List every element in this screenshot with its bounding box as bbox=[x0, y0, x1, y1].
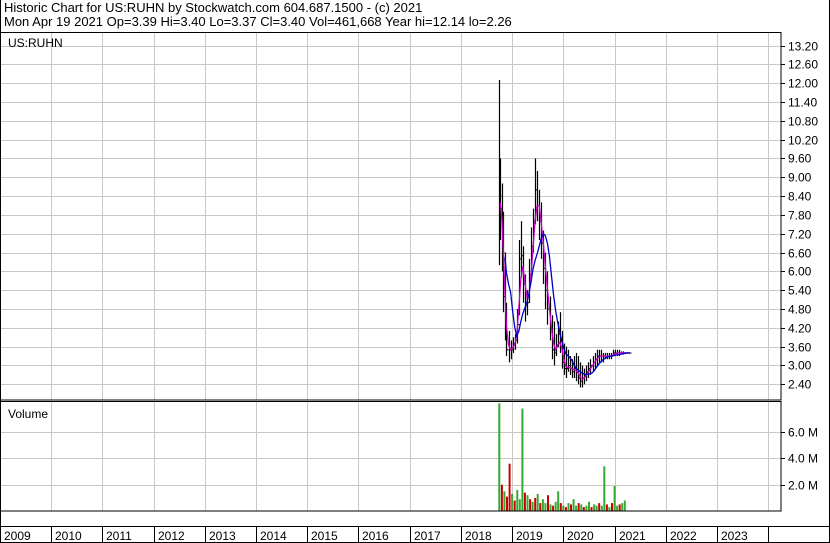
x-axis-year-label: 2018 bbox=[465, 529, 492, 543]
volume-bar bbox=[585, 505, 588, 511]
volume-bar bbox=[582, 507, 585, 511]
volume-bar bbox=[539, 503, 542, 511]
x-axis-year-label: 2019 bbox=[516, 529, 543, 543]
volume-y-tick-label: 4.0 M bbox=[788, 452, 818, 466]
volume-bar bbox=[588, 501, 590, 511]
volume-bar bbox=[603, 466, 606, 511]
price-y-tick-label: 10.20 bbox=[788, 134, 818, 148]
price-y-tick-label: 4.80 bbox=[788, 303, 812, 317]
volume-bar bbox=[531, 501, 534, 511]
x-axis-year-label: 2023 bbox=[721, 529, 748, 543]
x-axis-year-label: 2017 bbox=[414, 529, 441, 543]
price-y-tick-label: 12.60 bbox=[788, 58, 818, 72]
x-axis-year-label: 2011 bbox=[106, 529, 132, 543]
x-axis-year-label: 2021 bbox=[619, 529, 646, 543]
volume-bar bbox=[613, 486, 616, 511]
volume-bar bbox=[618, 504, 621, 511]
volume-bar bbox=[564, 507, 567, 511]
x-axis-year-label: 2022 bbox=[670, 529, 697, 543]
volume-bar bbox=[580, 504, 583, 511]
price-y-tick-label: 6.00 bbox=[788, 265, 812, 279]
volume-bar bbox=[590, 507, 593, 511]
volume-bar bbox=[557, 491, 560, 511]
volume-bar bbox=[498, 403, 501, 511]
volume-bar bbox=[526, 495, 529, 511]
volume-bar bbox=[593, 504, 596, 511]
price-y-tick-label: 8.40 bbox=[788, 190, 812, 204]
volume-bar bbox=[529, 499, 532, 511]
grid-layer bbox=[0, 33, 785, 542]
x-axis-year-label: 2010 bbox=[55, 529, 82, 543]
volume-bar bbox=[621, 503, 624, 511]
volume-bar bbox=[623, 500, 626, 511]
volume-y-tick-label: 6.0 M bbox=[788, 426, 818, 440]
volume-bar bbox=[508, 463, 511, 511]
volume-bar bbox=[521, 408, 524, 511]
price-panel-label: US:RUHN bbox=[8, 36, 63, 50]
volume-bar bbox=[598, 503, 601, 511]
x-axis-year-label: 2015 bbox=[311, 529, 338, 543]
price-y-tick-label: 3.00 bbox=[788, 359, 812, 373]
volume-bar bbox=[511, 493, 514, 511]
price-y-tick-label: 7.80 bbox=[788, 209, 812, 223]
volume-bar bbox=[616, 505, 619, 511]
price-series-layer bbox=[498, 80, 632, 388]
volume-bar bbox=[506, 496, 508, 511]
volume-bar bbox=[500, 484, 503, 511]
price-panel-border bbox=[0, 32, 782, 401]
volume-bar bbox=[544, 503, 547, 511]
price-y-tick-label: 4.20 bbox=[788, 322, 812, 336]
volume-bar bbox=[549, 504, 552, 511]
price-y-tick-label: 3.60 bbox=[788, 341, 812, 355]
x-axis-year-label: 2009 bbox=[4, 529, 31, 543]
volume-bar bbox=[577, 503, 580, 511]
volume-bar bbox=[570, 504, 572, 511]
x-axis-year-label: 2013 bbox=[209, 529, 236, 543]
volume-bar bbox=[554, 501, 557, 511]
volume-bar bbox=[516, 490, 519, 511]
volume-panel-label: Volume bbox=[8, 407, 48, 421]
x-axis-year-label: 2016 bbox=[362, 529, 389, 543]
volume-bar bbox=[567, 503, 570, 511]
x-axis-year-label: 2012 bbox=[158, 529, 185, 543]
price-y-tick-label: 9.00 bbox=[788, 171, 812, 185]
volume-bar bbox=[559, 503, 562, 511]
volume-series-layer bbox=[498, 403, 626, 511]
volume-bar bbox=[611, 503, 613, 511]
volume-bar bbox=[575, 505, 578, 511]
volume-bar bbox=[541, 499, 544, 511]
stock-chart: 13.20 12.60 12.00 11.40 10.80 10.20 9.60 9.00 8.… bbox=[0, 0, 830, 543]
volume-bar bbox=[605, 504, 608, 511]
volume-bar bbox=[518, 499, 521, 511]
price-y-tick-label: 9.60 bbox=[788, 152, 812, 166]
volume-bar bbox=[600, 505, 603, 511]
x-axis-year-label: 2020 bbox=[567, 529, 594, 543]
volume-bar bbox=[547, 495, 549, 511]
axis-labels-layer: 13.20 12.60 12.00 11.40 10.80 10.20 9.60 9.00 8.… bbox=[4, 40, 818, 543]
price-y-tick-label: 7.20 bbox=[788, 228, 812, 242]
volume-panel-border bbox=[0, 401, 782, 512]
price-y-tick-label: 11.40 bbox=[788, 96, 817, 110]
volume-y-tick-label: 2.0 M bbox=[788, 479, 818, 493]
price-y-tick-label: 12.00 bbox=[788, 77, 818, 91]
price-y-tick-label: 5.40 bbox=[788, 284, 812, 298]
volume-bar bbox=[503, 491, 506, 511]
price-y-tick-label: 10.80 bbox=[788, 115, 818, 129]
volume-bar bbox=[595, 505, 598, 511]
x-axis-year-label: 2014 bbox=[260, 529, 287, 543]
volume-bar bbox=[552, 505, 555, 511]
volume-bar bbox=[536, 493, 539, 511]
price-y-tick-label: 2.40 bbox=[788, 378, 812, 392]
price-y-tick-label: 13.20 bbox=[788, 40, 818, 54]
volume-bar bbox=[523, 492, 526, 511]
volume-bar bbox=[534, 497, 537, 511]
price-y-tick-label: 6.60 bbox=[788, 247, 812, 261]
volume-bar bbox=[608, 507, 611, 511]
volume-bar bbox=[562, 505, 565, 511]
volume-bar bbox=[572, 499, 575, 511]
volume-bar bbox=[513, 500, 516, 511]
